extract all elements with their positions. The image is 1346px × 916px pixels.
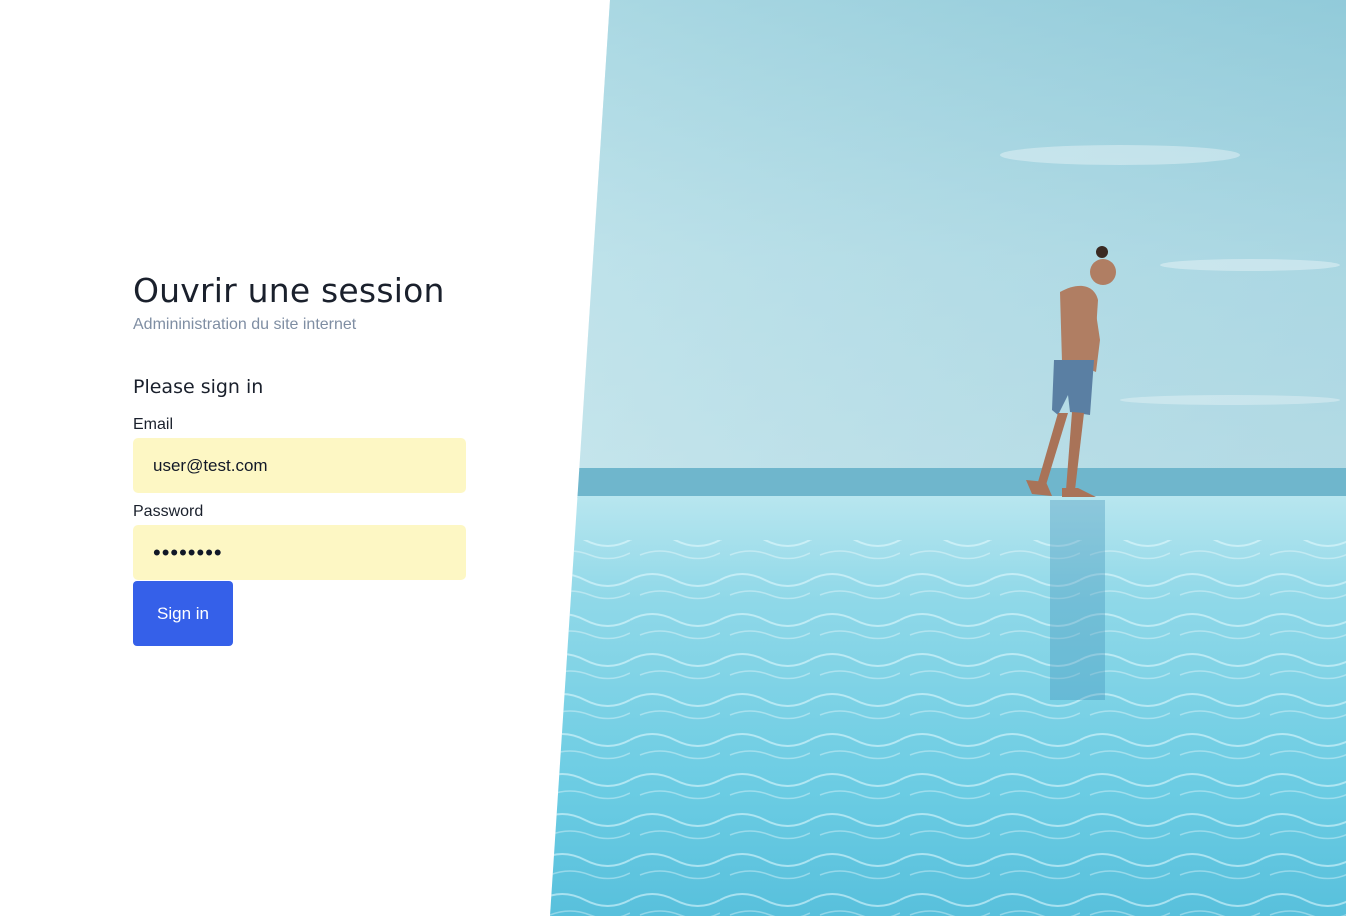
password-label: Password xyxy=(133,503,204,520)
form-heading: Please sign in xyxy=(133,376,264,398)
sign-in-form: Please sign in Email Password Sign in xyxy=(133,375,467,646)
page-title: Ouvrir une session xyxy=(133,271,445,310)
password-field[interactable] xyxy=(133,525,466,580)
page-subtitle: Admininistration du site internet xyxy=(133,316,357,333)
email-field[interactable] xyxy=(133,438,466,493)
login-panel: Ouvrir une session Admininistration du s… xyxy=(133,268,467,646)
sign-in-button[interactable]: Sign in xyxy=(133,581,233,646)
email-label: Email xyxy=(133,416,174,433)
